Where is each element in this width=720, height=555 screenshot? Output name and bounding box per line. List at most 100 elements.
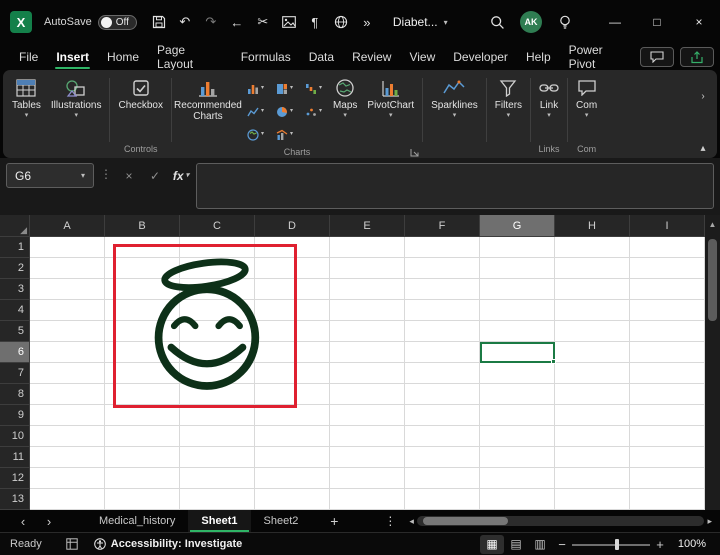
ribbon-tab-data[interactable]: Data [300,44,343,70]
accessibility-status[interactable]: Accessibility: Investigate [94,538,242,550]
scroll-left-icon[interactable]: ◂ [409,516,414,527]
zoom-in-button[interactable]: + [650,535,670,554]
column-header-c[interactable]: C [180,215,255,237]
insert-combo-chart-button[interactable]: ▾ [270,123,299,146]
sheet-nav-right-button[interactable]: › [36,510,62,532]
ribbon-tab-home[interactable]: Home [98,44,148,70]
row-header-13[interactable]: 13 [0,489,30,510]
cancel-button[interactable]: × [118,163,140,188]
translate-button[interactable] [329,9,353,35]
ribbon-tab-developer[interactable]: Developer [444,44,517,70]
close-button[interactable]: × [678,0,720,44]
select-all-button[interactable]: ◢ [0,215,30,237]
cells-grid[interactable] [30,237,705,510]
autosave-toggle[interactable]: AutoSave Off [44,15,137,30]
sheet-options-button[interactable]: ⋮ [377,510,403,532]
new-sheet-button[interactable]: + [321,510,347,532]
comment-button[interactable]: Com ▾ [571,74,602,122]
row-header-9[interactable]: 9 [0,405,30,426]
scroll-up-icon[interactable]: ▲ [705,215,720,229]
insert-picture-button[interactable] [277,9,301,35]
enter-button[interactable]: ✓ [144,163,166,188]
inserted-picture[interactable] [113,244,297,408]
ribbon-tab-formulas[interactable]: Formulas [232,44,300,70]
vertical-scroll-thumb[interactable] [708,239,717,321]
pivotchart-button[interactable]: PivotChart ▾ [362,74,419,122]
insert-function-button[interactable]: fx ▾ [170,163,192,188]
illustrations-button[interactable]: Illustrations ▾ [46,74,107,122]
ribbon-tab-view[interactable]: View [400,44,444,70]
horizontal-scrollbar[interactable]: ◂ ▸ [409,516,712,527]
share-button[interactable] [680,47,714,67]
cut-button[interactable]: ✂ [251,9,275,35]
ribbon-tab-file[interactable]: File [10,44,47,70]
formula-input[interactable] [196,163,714,209]
sheet-tab-sheet2[interactable]: Sheet2 [251,510,312,532]
column-header-f[interactable]: F [405,215,480,237]
more-commands-button[interactable]: » [355,9,379,35]
column-header-g[interactable]: G [480,215,555,237]
autosave-switch[interactable]: Off [98,15,137,30]
comments-toggle-button[interactable] [640,47,674,67]
maps-button[interactable]: Maps ▾ [328,74,362,122]
ribbon-tab-power-pivot[interactable]: Power Pivot [560,44,640,70]
name-box[interactable]: G6 ▾ [6,163,94,188]
row-header-10[interactable]: 10 [0,426,30,447]
row-header-4[interactable]: 4 [0,300,30,321]
row-header-11[interactable]: 11 [0,447,30,468]
column-header-a[interactable]: A [30,215,105,237]
view-page-break-button[interactable]: ▥ [528,535,552,554]
ribbon-tab-page-layout[interactable]: Page Layout [148,44,232,70]
insert-column-chart-button[interactable]: ▾ [241,77,270,100]
row-header-8[interactable]: 8 [0,384,30,405]
insert-hierarchy-chart-button[interactable]: ▾ [270,77,299,100]
avatar[interactable]: AK [520,11,542,33]
collapse-ribbon-button[interactable]: ▴ [695,140,711,156]
view-normal-button[interactable]: ▦ [480,535,504,554]
ribbon-scroll-right-button[interactable]: › [695,88,711,104]
macro-record-button[interactable] [66,538,78,550]
ribbon-tab-review[interactable]: Review [343,44,400,70]
sparklines-button[interactable]: Sparklines ▾ [426,74,483,122]
horizontal-scroll-track[interactable] [417,516,705,526]
tips-button[interactable] [550,7,580,37]
excel-logo-icon[interactable]: X [10,11,32,33]
redo-button[interactable]: ↷ [199,9,223,35]
sheet-tab-medical-history[interactable]: Medical_history [86,510,188,532]
minimize-button[interactable]: — [594,0,636,44]
insert-map-chart-button[interactable]: ▾ [241,123,270,146]
sheet-tab-sheet1[interactable]: Sheet1 [188,510,250,532]
row-header-5[interactable]: 5 [0,321,30,342]
column-header-b[interactable]: B [105,215,180,237]
tables-button[interactable]: Tables ▾ [7,74,46,122]
charts-dialog-launcher[interactable] [410,148,419,157]
undo-button[interactable]: ↶ [173,9,197,35]
horizontal-scroll-thumb[interactable] [423,517,508,525]
column-header-d[interactable]: D [255,215,330,237]
zoom-slider[interactable] [572,535,650,554]
column-header-i[interactable]: I [630,215,705,237]
search-button[interactable] [482,7,512,37]
recommended-charts-button[interactable]: Recommended Charts [175,74,241,125]
checkbox-button[interactable]: Checkbox [113,74,167,114]
insert-waterfall-chart-button[interactable]: ▾ [299,77,328,100]
zoom-thumb[interactable] [615,539,619,550]
formula-symbols-button[interactable]: ¶ [303,9,327,35]
view-page-layout-button[interactable]: ▤ [504,535,528,554]
sheet-nav-left-button[interactable]: ‹ [10,510,36,532]
save-button[interactable] [147,9,171,35]
zoom-level[interactable]: 100% [670,538,714,550]
row-header-12[interactable]: 12 [0,468,30,489]
column-header-h[interactable]: H [555,215,630,237]
scroll-right-icon[interactable]: ▸ [707,516,712,527]
column-header-e[interactable]: E [330,215,405,237]
insert-line-chart-button[interactable]: ▾ [241,100,270,123]
row-header-3[interactable]: 3 [0,279,30,300]
filters-button[interactable]: Filters ▾ [490,74,527,122]
fill-handle[interactable] [551,359,556,364]
zoom-out-button[interactable]: − [552,535,572,554]
row-header-7[interactable]: 7 [0,363,30,384]
insert-scatter-chart-button[interactable]: ▾ [299,100,328,123]
link-button[interactable]: Link ▾ [534,74,564,122]
row-header-2[interactable]: 2 [0,258,30,279]
